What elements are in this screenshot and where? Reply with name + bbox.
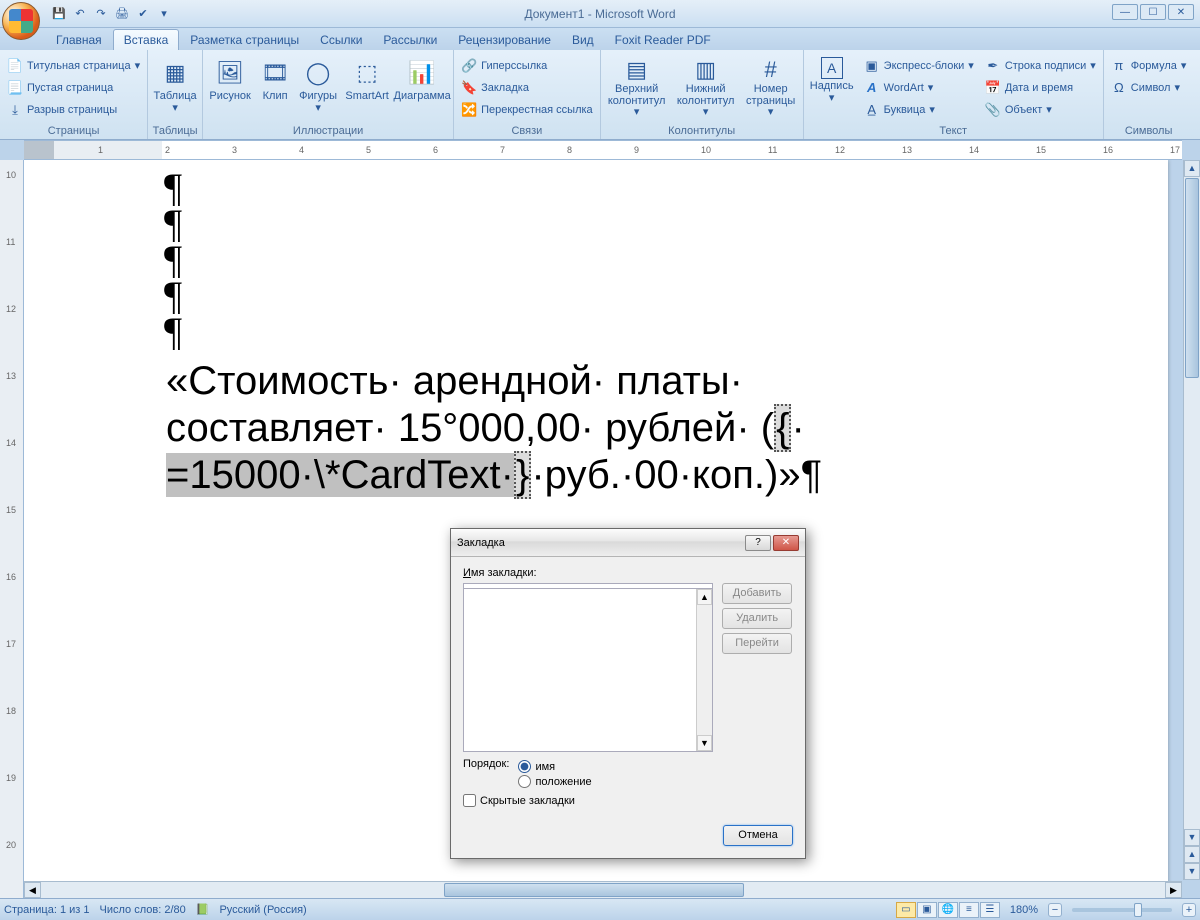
cancel-button[interactable]: Отмена <box>723 825 793 846</box>
add-button[interactable]: Добавить <box>722 583 792 604</box>
dialog-title: Закладка <box>457 537 743 549</box>
bookmark-list[interactable]: ▲ ▼ <box>463 588 713 752</box>
office-button[interactable] <box>2 2 40 40</box>
goto-button[interactable]: Перейти <box>722 633 792 654</box>
list-scroll-down[interactable]: ▼ <box>697 735 712 751</box>
list-scrollbar[interactable]: ▲ ▼ <box>696 589 712 751</box>
modal-overlay: Закладка ? ✕ ИИмя закладки:мя закладки: … <box>0 0 1200 920</box>
order-name-radio[interactable]: имя <box>518 760 591 773</box>
order-label: Порядок: <box>463 758 509 770</box>
delete-button[interactable]: Удалить <box>722 608 792 629</box>
bookmark-dialog: Закладка ? ✕ ИИмя закладки:мя закладки: … <box>450 528 806 859</box>
dialog-help-button[interactable]: ? <box>745 535 771 551</box>
hidden-bookmarks-checkbox[interactable]: Скрытые закладки <box>463 794 793 807</box>
list-scroll-up[interactable]: ▲ <box>697 589 712 605</box>
dialog-close-button[interactable]: ✕ <box>773 535 799 551</box>
bookmark-name-label: ИИмя закладки:мя закладки: <box>463 567 793 579</box>
order-position-radio[interactable]: положение <box>518 775 591 788</box>
dialog-titlebar[interactable]: Закладка ? ✕ <box>451 529 805 557</box>
